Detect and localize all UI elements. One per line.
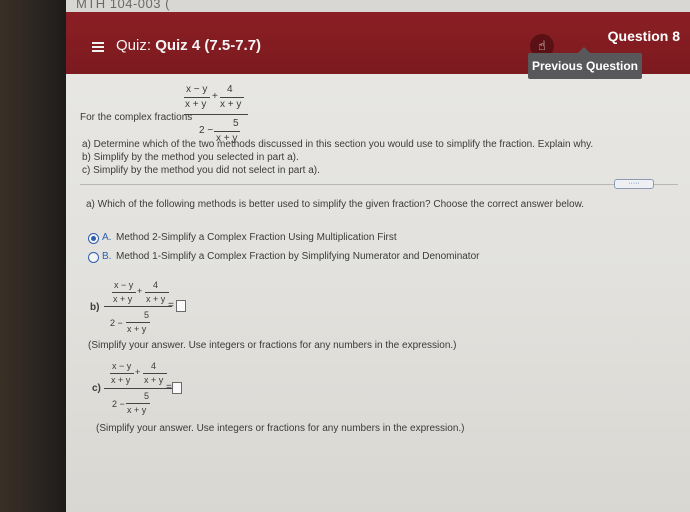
part-b-label: b) [90,302,100,313]
den-prefix: 2 − [199,125,214,136]
c-frac-b-bot: x + y [144,375,164,385]
c-den-prefix: 2 − [112,399,125,409]
b-frac-a-bot: x + y [113,294,133,304]
task-c: c) Simplify by the method you did not se… [82,165,320,176]
task-b: b) Simplify by the method you selected i… [82,152,299,163]
b-den-prefix: 2 − [110,318,123,328]
part-b-hint: (Simplify your answer. Use integers or f… [88,340,457,351]
c-frac-a-bot: x + y [111,375,131,385]
option-b-text[interactable]: Method 1-Simplify a Complex Fraction by … [116,251,479,262]
main-frac-line [184,114,248,115]
task-a: a) Determine which of the two methods di… [82,139,594,150]
b-den-top: 5 [144,310,150,320]
part-c-answer-box[interactable] [172,382,182,394]
b-frac-b-bot: x + y [146,294,166,304]
c-den-bot: x + y [127,405,147,415]
option-b-letter: B. [102,251,112,262]
more-options-button[interactable]: ····· [614,179,654,189]
monitor-bezel [0,0,66,512]
c-frac-b-top: 4 [151,361,157,371]
b-frac-a-top: x − y [114,280,134,290]
frac-a-top: x − y [186,84,208,95]
option-a-letter: A. [102,232,112,243]
question-content: x − y x + y + 4 x + y For the complex fr… [66,0,690,512]
b-frac-b-top: 4 [153,280,159,290]
b-frac-b-line [145,292,169,293]
c-main-line [104,388,172,389]
c-frac-a-line [110,373,134,374]
frac-b-line [220,97,244,98]
section-divider [80,184,678,185]
frac-b-bot: x + y [220,99,242,110]
plus-sign: + [212,91,218,102]
b-den-bot: x + y [127,324,147,334]
den-top: 5 [233,118,239,129]
b-main-line [104,306,172,307]
option-b-radio[interactable] [88,252,99,263]
c-frac-b-line [143,373,167,374]
frac-a-line [184,97,210,98]
option-a-radio[interactable] [88,233,99,244]
part-c-hint: (Simplify your answer. Use integers or f… [96,423,465,434]
part-a-question: a) Which of the following methods is bet… [86,199,585,210]
b-frac-a-line [112,292,136,293]
frac-a-bot: x + y [185,99,207,110]
b-den-line [126,322,150,323]
c-frac-a-top: x − y [112,361,132,371]
part-b-answer-box[interactable] [176,300,186,312]
c-equals: = [166,382,172,393]
b-plus-sign: + [137,286,143,296]
c-den-line [126,403,150,404]
c-den-top: 5 [144,391,150,401]
c-plus-sign: + [135,367,141,377]
problem-intro: For the complex fractions [80,112,193,123]
part-c-label: c) [92,383,101,394]
den-line [214,131,240,132]
option-a-text[interactable]: Method 2-Simplify a Complex Fraction Usi… [116,232,397,243]
quiz-screen: MTH 104-003 ( Quiz: Quiz 4 (7.5-7.7) ☝ Q… [66,0,690,512]
frac-b-top: 4 [227,84,233,95]
b-equals: = [168,300,174,311]
